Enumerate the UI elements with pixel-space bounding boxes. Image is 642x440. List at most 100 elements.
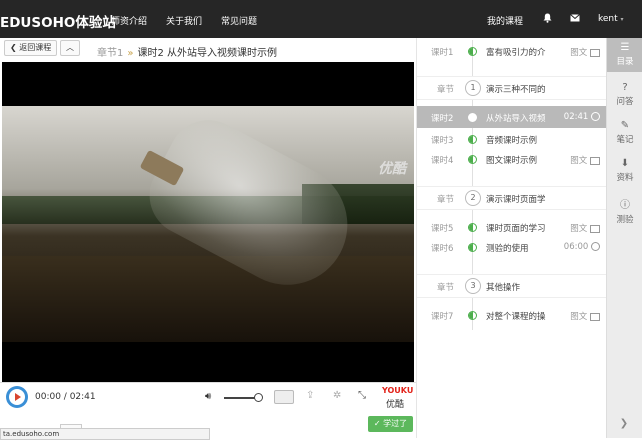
- chapter-header: 章节 3 其他操作: [417, 274, 606, 298]
- volume-slider[interactable]: [224, 397, 258, 399]
- progress-dot-icon: [468, 47, 477, 56]
- nav-item-about[interactable]: 关于我们: [166, 14, 202, 27]
- play-icon: [15, 393, 21, 401]
- sidebar-tab-label: 笔记: [616, 135, 634, 145]
- lesson-label: 课时7: [431, 312, 454, 322]
- lesson-label: 课时1: [431, 48, 454, 58]
- breadcrumb-separator: »: [127, 48, 134, 59]
- image-icon: [590, 224, 600, 233]
- edit-icon: ✎: [620, 120, 630, 131]
- youku-text: 优酷: [386, 400, 405, 410]
- chapter-label: 章节: [437, 85, 455, 95]
- learned-label: 学过了: [383, 419, 408, 428]
- lesson-label: 课时4: [431, 156, 454, 166]
- info-icon: ⓘ: [620, 200, 630, 211]
- image-icon: [590, 156, 600, 165]
- top-navbar: EDUSOHO体验站 师资介绍 关于我们 常见问题 我的课程 kent ▾: [0, 0, 642, 38]
- youku-logo: YOUKU: [382, 386, 414, 395]
- chevron-down-icon: ▾: [620, 16, 624, 23]
- nav-item-faq[interactable]: 常见问题: [221, 14, 257, 27]
- video-frame: 优酷: [2, 106, 414, 342]
- lesson-item[interactable]: 课时1 富有吸引力的介 图文: [417, 40, 606, 62]
- volume-handle[interactable]: [254, 393, 263, 402]
- share-icon[interactable]: ⇪: [306, 390, 314, 401]
- lesson-title: 对整个课程的操: [486, 312, 546, 322]
- progress-dot-icon: [468, 243, 477, 252]
- nav-item-teachers[interactable]: 师资介绍: [111, 14, 147, 27]
- my-courses-link[interactable]: 我的课程: [487, 14, 523, 27]
- lesson-title: 富有吸引力的介: [486, 48, 546, 58]
- youku-watermark: 优酷: [378, 161, 406, 177]
- video-controls: 00:00 / 02:41 🔊︎ ⇪ ✲ ⤡ YOUKU 优酷: [0, 382, 416, 411]
- mark-learned-button[interactable]: ✓ 学过了: [368, 416, 413, 432]
- lesson-label: 课时6: [431, 244, 454, 254]
- check-circle-icon: ✓: [373, 419, 381, 428]
- lesson-meta: 06:00: [564, 242, 600, 252]
- lesson-item[interactable]: 课时5 课时页面的学习 图文: [417, 216, 606, 238]
- list-icon: ☰: [620, 42, 630, 53]
- download-icon: ⬇: [620, 158, 630, 169]
- chapter-number: 1: [465, 80, 481, 96]
- screen-mode-icon[interactable]: [274, 390, 294, 404]
- question-icon: ?: [622, 82, 628, 93]
- bell-icon[interactable]: [543, 13, 552, 26]
- breadcrumb: 章节1 » 课时2 从外站导入视频课时示例: [97, 44, 277, 59]
- play-button[interactable]: [6, 386, 28, 408]
- image-icon: [590, 48, 600, 57]
- breadcrumb-chapter[interactable]: 章节1: [97, 48, 123, 59]
- mail-icon[interactable]: [570, 14, 580, 25]
- lesson-item[interactable]: 课时3 音频课时示例: [417, 128, 606, 150]
- lesson-label: 课时3: [431, 136, 454, 146]
- chevron-left-icon: ❮: [10, 43, 17, 52]
- lesson-item[interactable]: 课时6 测验的使用 06:00: [417, 236, 606, 258]
- sidebar-tab-label: 测验: [616, 215, 634, 225]
- lesson-title: 音频课时示例: [486, 136, 538, 146]
- sidebar-tab-label: 资料: [616, 173, 634, 183]
- lesson-title: 测验的使用: [486, 244, 529, 254]
- image-icon: [590, 312, 600, 321]
- user-menu[interactable]: kent ▾: [598, 14, 624, 24]
- chapter-title: 演示课时页面学: [486, 195, 546, 205]
- chapter-number: 2: [465, 190, 481, 206]
- video-player[interactable]: 优酷: [2, 62, 414, 382]
- chapter-number: 3: [465, 278, 481, 294]
- sidebar-tab-3[interactable]: ⬇ 资料: [607, 154, 642, 188]
- chevron-up-icon[interactable]: ︿: [60, 40, 80, 56]
- lesson-meta: 图文: [570, 46, 600, 58]
- browser-status-url: ta.edusoho.com: [0, 428, 210, 440]
- fullscreen-icon[interactable]: ⤡: [358, 390, 366, 401]
- sidebar-tab-label: 问答: [616, 97, 634, 107]
- lesson-meta-text: 02:41: [563, 112, 589, 122]
- back-to-course-button[interactable]: ❮ 返回课程: [4, 40, 58, 56]
- lesson-item[interactable]: 课时7 对整个课程的操 图文: [417, 304, 606, 326]
- lesson-meta: 图文: [570, 154, 600, 166]
- lesson-label: 课时5: [431, 224, 454, 234]
- chapter-title: 演示三种不同的: [486, 85, 546, 95]
- sidebar-tab-2[interactable]: ✎ 笔记: [607, 116, 642, 150]
- progress-dot-icon: [468, 223, 477, 232]
- clock-icon: [591, 112, 600, 121]
- lesson-meta: 02:41: [564, 112, 600, 122]
- chapter-label: 章节: [437, 283, 455, 293]
- sidebar-tab-label: 目录: [616, 57, 634, 67]
- settings-icon[interactable]: ✲: [333, 390, 341, 401]
- volume-icon[interactable]: 🔊︎: [205, 391, 211, 402]
- lesson-label: 课时2: [431, 114, 454, 124]
- lesson-meta-text: 06:00: [563, 242, 589, 252]
- chevron-right-icon[interactable]: ❯: [606, 418, 642, 429]
- lesson-title: 课时页面的学习: [486, 224, 546, 234]
- sidebar-tab-0[interactable]: ☰ 目录: [607, 38, 642, 72]
- lesson-toolbar: ❮ 返回课程 ︿ 章节1 » 课时2 从外站导入视频课时示例: [0, 38, 416, 62]
- lesson-meta-text: 图文: [570, 156, 588, 166]
- clock-icon: [591, 242, 600, 251]
- sidebar-tab-4[interactable]: ⓘ 测验: [607, 192, 642, 226]
- sidebar-tab-1[interactable]: ? 问答: [607, 78, 642, 112]
- lesson-meta-text: 图文: [570, 312, 588, 322]
- lesson-meta: 图文: [570, 222, 600, 234]
- lesson-item[interactable]: 课时4 图文课时示例 图文: [417, 148, 606, 170]
- site-logo[interactable]: EDUSOHO体验站: [0, 11, 116, 31]
- time-display: 00:00 / 02:41: [35, 392, 96, 402]
- lesson-item[interactable]: 课时2 从外站导入视频 02:41: [417, 106, 606, 128]
- progress-dot-icon: [468, 135, 477, 144]
- breadcrumb-lesson: 课时2 从外站导入视频课时示例: [137, 48, 278, 59]
